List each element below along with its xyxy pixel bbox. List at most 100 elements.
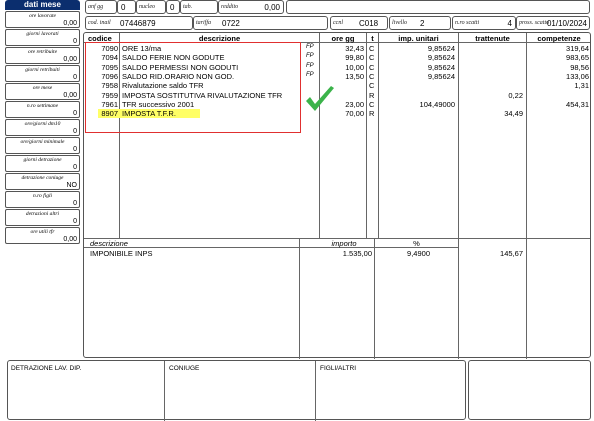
row-t: C <box>369 62 375 72</box>
sidebar: dati mese ore lavorate 0,00 giorni lavorat… <box>5 0 80 250</box>
row-comp: 98,56 <box>570 62 589 72</box>
tariffa-field: tariffa 0722 <box>193 16 328 30</box>
row-comp: 319,64 <box>566 44 589 53</box>
row-comp: 454,31 <box>566 99 589 109</box>
col-header-trattenute: trattenute <box>475 34 510 43</box>
anf-gg-field: anf gg <box>85 0 117 14</box>
sidebar-item-label: n.ro figli <box>32 193 53 199</box>
sidebar-item: ore mese 0,00 <box>5 83 80 100</box>
row-comp: 133,06 <box>566 71 589 81</box>
sidebar-item-label: detrazione coniuge <box>21 175 64 181</box>
sidebar-item-label: ore retribuite <box>27 49 58 55</box>
row-comp: 1,31 <box>574 81 589 91</box>
row-t: C <box>369 71 375 81</box>
col-header-imp-unitari: imp. unitari <box>398 34 439 43</box>
sidebar-item-value: 0 <box>73 38 77 45</box>
row-t: C <box>369 99 375 109</box>
annotation-rectangle <box>85 42 301 133</box>
row-imp: 9,85624 <box>427 62 455 72</box>
n-ro-scatti-field: n.ro scatti 4 <box>452 16 516 30</box>
col-header-ore-gg: ore gg <box>331 34 355 43</box>
sidebar-item: detrazione coniuge NO <box>5 173 80 190</box>
sidebar-item-value: 0 <box>73 146 77 153</box>
sidebar-item-value: 0 <box>73 218 77 225</box>
sidebar-item-label: giorni retribuiti <box>25 67 60 73</box>
sidebar-item: ore/giorni dm10 0 <box>5 119 80 136</box>
row-flag: FP <box>306 44 314 50</box>
detrazione-lav-dip-label: DETRAZIONE LAV. DIP. <box>11 365 82 372</box>
sidebar-item-label: giorni lavorati <box>26 31 59 37</box>
ccnl-field: ccnl C018 <box>330 16 388 30</box>
sidebar-item: giorni retribuiti 0 <box>5 65 80 82</box>
sidebar-item: n.ro figli 0 <box>5 191 80 208</box>
sidebar-header: dati mese <box>5 0 80 10</box>
sidebar-item-label: detrazioni altri <box>25 211 60 217</box>
sidebar-item: ore lavorate 0,00 <box>5 11 80 28</box>
pross-scatto-field: pross. scatto 01/10/2024 <box>516 16 590 30</box>
sidebar-item-label: ore lavorate <box>29 13 56 19</box>
contrib-header-importo: importo <box>331 239 357 248</box>
sidebar-item: ore utili tfr 0,00 <box>5 227 80 244</box>
sidebar-item: detrazioni altri 0 <box>5 209 80 226</box>
figli-altri-label: FIGLI/ALTRI <box>320 365 356 372</box>
col-header-competenze: competenze <box>537 34 581 43</box>
row-ore: 10,00 <box>345 62 364 72</box>
sidebar-item-value: 0 <box>73 200 77 207</box>
sidebar-item-value: 0,00 <box>63 236 77 243</box>
contrib-row-pct: 9,4900 <box>407 249 430 258</box>
check-mark-icon <box>306 86 334 111</box>
reddito-field: reddito 0,00 <box>218 0 284 14</box>
anf-gg-value: 0 <box>117 0 136 14</box>
row-flag: FP <box>306 53 314 60</box>
row-t: C <box>369 81 375 91</box>
contrib-header-descrizione: descrizione <box>90 239 128 248</box>
livello-field: livello 2 <box>389 16 451 30</box>
nucleo-value: 0 <box>166 0 180 14</box>
row-imp: 9,85624 <box>427 44 455 53</box>
sidebar-item-value: 0 <box>73 164 77 171</box>
sidebar-item-value: 0,00 <box>63 20 77 27</box>
sidebar-item: giorni detrazione 0 <box>5 155 80 172</box>
contrib-header-pct: % <box>413 239 420 248</box>
row-ore: 13,50 <box>345 71 364 81</box>
sidebar-item-label: ore mese <box>32 85 53 91</box>
col-header-t: t <box>371 34 374 43</box>
tab-field: tab. <box>180 0 218 14</box>
sidebar-item-value: 0 <box>73 128 77 135</box>
row-tratt: 34,49 <box>504 109 523 119</box>
sidebar-item-label: giorni detrazione <box>23 157 62 163</box>
contrib-row-descrizione: IMPONIBILE INPS <box>90 249 153 258</box>
sidebar-item-label: ore/giorni dm10 <box>24 121 61 127</box>
coniuge-label: CONIUGE <box>169 365 200 372</box>
sidebar-item: ore/giorni minimale 0 <box>5 137 80 154</box>
sidebar-item-value: 0 <box>73 74 77 81</box>
nucleo-field: nucleo <box>136 0 166 14</box>
bottom-box-2 <box>468 360 591 420</box>
sidebar-item: ore retribuite 0,00 <box>5 47 80 64</box>
sidebar-item-value: 0,00 <box>63 56 77 63</box>
sidebar-item-label: n.ro settimane <box>26 103 59 109</box>
sidebar-item: n.ro settimane 0 <box>5 101 80 118</box>
sidebar-item-value: 0,00 <box>63 92 77 99</box>
row-imp: 104,49000 <box>419 99 455 109</box>
sidebar-item-value: NO <box>66 182 78 189</box>
row-imp: 9,85624 <box>427 71 455 81</box>
row-tratt: 0,22 <box>508 90 523 100</box>
row-t: R <box>369 109 375 119</box>
voci-table: codice descrizione ore gg t imp. unitari… <box>83 32 591 359</box>
row-ore: 32,43 <box>345 44 364 53</box>
sidebar-item-label: ore utili tfr <box>30 229 55 235</box>
top-blank-box <box>286 0 590 14</box>
row-comp: 983,65 <box>566 53 589 63</box>
row-flag: FP <box>306 62 314 69</box>
row-ore: 99,80 <box>345 53 364 63</box>
row-t: C <box>369 44 375 53</box>
row-t: C <box>369 53 375 63</box>
sidebar-item-label: ore/giorni minimale <box>20 139 65 145</box>
sidebar-item: giorni lavorati 0 <box>5 29 80 46</box>
row-imp: 9,85624 <box>427 53 455 63</box>
row-t: R <box>369 90 375 100</box>
contrib-row-trattenuta: 145,67 <box>500 249 523 258</box>
contrib-row-importo: 1.535,00 <box>342 249 372 258</box>
row-flag: FP <box>306 71 314 78</box>
